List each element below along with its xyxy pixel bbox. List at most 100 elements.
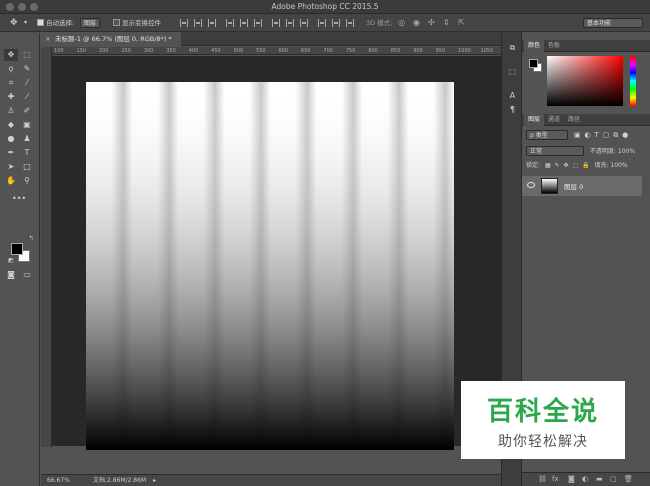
options-bar: ✥ ▾ 自动选择: 图层 显示变换控件 3D 模式: ◎ ◉ ✣ ⇕ ⇱ 基本功… (0, 14, 650, 32)
layer-name[interactable]: 图层 0 (564, 181, 583, 191)
filter-adjust-icon[interactable]: ◐ (584, 131, 590, 139)
delete-layer-icon[interactable]: 🗑 (624, 475, 633, 483)
lock-pixels-icon[interactable]: ✎ (555, 162, 560, 169)
quick-mask-icon[interactable]: ◙ (4, 269, 18, 281)
healing-brush-tool-icon[interactable]: ✚ (4, 91, 18, 103)
new-group-icon[interactable]: ▬ (596, 475, 603, 483)
3d-scale-icon[interactable]: ⇱ (458, 17, 465, 29)
tab-swatches[interactable]: 色板 (544, 40, 564, 52)
eyedropper-tool-icon[interactable]: ⁄ (20, 77, 34, 89)
quick-select-tool-icon[interactable]: ✎ (20, 63, 34, 75)
marquee-tool-icon[interactable]: ⬚ (20, 49, 34, 61)
lasso-tool-icon[interactable]: ϙ (4, 63, 18, 75)
show-transform-check-icon[interactable] (113, 19, 120, 26)
lock-transparent-icon[interactable]: ▦ (545, 162, 551, 169)
lock-artboard-icon[interactable]: ⬚ (572, 162, 578, 169)
3d-roll-icon[interactable]: ◉ (413, 17, 420, 29)
add-mask-icon[interactable]: ◙ (568, 475, 575, 483)
align-bottom-icon[interactable] (208, 19, 216, 27)
auto-select-check-icon[interactable] (37, 19, 44, 26)
character-panel-icon[interactable]: A (507, 90, 518, 101)
artboard[interactable] (86, 82, 454, 450)
status-bar: 66.67% 文档:2.86M/2.86M ▸ (41, 474, 501, 486)
workspace-dropdown[interactable]: 基本功能 (583, 17, 643, 29)
move-tool-icon[interactable]: ✥ (10, 17, 18, 29)
pen-tool-icon[interactable]: ✒ (4, 147, 18, 159)
path-select-tool-icon[interactable]: ➤ (4, 161, 18, 173)
auto-select-dropdown[interactable]: 图层 (80, 17, 101, 29)
eraser-tool-icon[interactable]: ◆ (4, 119, 18, 131)
foreground-color-swatch[interactable] (11, 243, 23, 255)
filter-toggle-icon[interactable]: ● (622, 131, 628, 139)
color-field[interactable] (547, 56, 623, 106)
3d-pan-icon[interactable]: ✣ (428, 17, 435, 29)
align-top-icon[interactable] (180, 19, 188, 27)
3d-orbit-icon[interactable]: ◎ (398, 17, 405, 29)
distribute-top-icon[interactable] (272, 19, 280, 27)
filter-type-icon[interactable]: T (595, 131, 599, 139)
type-tool-icon[interactable]: T (20, 147, 34, 159)
vertical-ruler[interactable] (41, 47, 52, 447)
opacity-value[interactable]: 100% (618, 148, 635, 155)
tab-paths[interactable]: 路径 (564, 114, 584, 126)
default-colors-icon[interactable]: ◩ (4, 255, 18, 267)
zoom-tool-icon[interactable]: ⚲ (20, 175, 34, 187)
lock-position-icon[interactable]: ✥ (564, 162, 569, 169)
align-hcenter-icon[interactable] (240, 19, 248, 27)
visibility-eye-icon[interactable] (527, 182, 535, 188)
ruler-tick: 1050 (480, 48, 494, 54)
brush-tool-icon[interactable]: ⁄ (20, 91, 34, 103)
gradient-tool-icon[interactable]: ▣ (20, 119, 34, 131)
auto-select-checkbox[interactable]: 自动选择: (37, 17, 74, 29)
hue-slider[interactable] (630, 56, 636, 106)
more-tools-icon[interactable]: ••• (12, 193, 26, 205)
adjustment-layer-icon[interactable]: ◐ (582, 475, 588, 483)
layer-style-icon[interactable]: fx (552, 475, 559, 483)
filter-pixel-icon[interactable]: ▣ (574, 131, 581, 139)
align-right-icon[interactable] (254, 19, 262, 27)
history-brush-tool-icon[interactable]: ✐ (20, 105, 34, 117)
tab-layers[interactable]: 图层 (524, 114, 545, 126)
fill-value[interactable]: 100% (610, 162, 627, 169)
blur-tool-icon[interactable]: ● (4, 133, 18, 145)
horizontal-ruler[interactable]: 100 150 200 250 300 350 400 450 500 550 600 650 700 7… (52, 47, 501, 55)
dodge-tool-icon[interactable]: ♟ (20, 133, 34, 145)
link-layers-icon[interactable]: ⛓ (538, 475, 547, 483)
3d-slide-icon[interactable]: ⇕ (443, 17, 450, 29)
lock-all-icon[interactable]: 🔒 (582, 162, 589, 169)
layer-row[interactable]: 图层 0 (522, 176, 642, 196)
distribute-bottom-icon[interactable] (300, 19, 308, 27)
distribute-right-icon[interactable] (346, 19, 354, 27)
layer-thumbnail[interactable] (541, 178, 558, 194)
screen-mode-icon[interactable]: ▭ (20, 269, 34, 281)
close-document-icon[interactable]: × (45, 32, 51, 46)
hand-tool-icon[interactable]: ✋ (4, 175, 18, 187)
history-panel-icon[interactable]: ⧉ (507, 42, 518, 53)
distribute-left-icon[interactable] (318, 19, 326, 27)
status-arrow-icon[interactable]: ▸ (153, 476, 156, 486)
properties-panel-icon[interactable]: ⬚ (507, 66, 518, 77)
filter-smart-icon[interactable]: ⧉ (613, 131, 618, 139)
align-left-icon[interactable] (226, 19, 234, 27)
tool-preset-chevron-icon[interactable]: ▾ (24, 17, 27, 29)
shape-tool-icon[interactable]: □ (20, 161, 34, 173)
tab-color[interactable]: 颜色 (524, 40, 545, 52)
new-layer-icon[interactable]: ▢ (610, 475, 617, 483)
zoom-level[interactable]: 66.67% (47, 476, 70, 486)
crop-tool-icon[interactable]: ⌗ (4, 77, 18, 89)
document-tab[interactable]: × 未标题-1 @ 66.7% (图层 0, RGB/8*) * (41, 32, 181, 46)
clone-stamp-tool-icon[interactable]: ♙ (4, 105, 18, 117)
tab-channels[interactable]: 通道 (544, 114, 564, 126)
distribute-vcenter-icon[interactable] (286, 19, 294, 27)
distribute-hcenter-icon[interactable] (332, 19, 340, 27)
filter-shape-icon[interactable]: ▢ (603, 131, 610, 139)
document-size[interactable]: 文档:2.86M/2.86M (93, 476, 146, 486)
blend-mode-dropdown[interactable]: 正常 (526, 146, 584, 156)
move-tool-icon[interactable]: ✥ (4, 49, 18, 61)
show-transform-checkbox[interactable]: 显示变换控件 (113, 17, 161, 29)
paragraph-panel-icon[interactable]: ¶ (507, 104, 518, 115)
swap-colors-icon[interactable]: ↰ (24, 233, 38, 245)
panel-foreground-swatch[interactable] (529, 59, 538, 68)
canvas-area[interactable] (52, 56, 501, 450)
align-vcenter-icon[interactable] (194, 19, 202, 27)
